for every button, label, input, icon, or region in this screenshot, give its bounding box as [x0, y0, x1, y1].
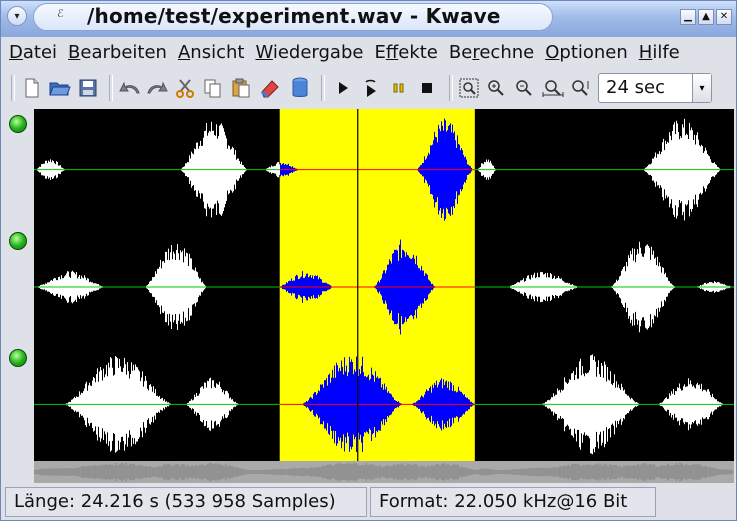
waveform-canvas[interactable] [34, 109, 734, 461]
minimize-icon: ▁ [684, 11, 692, 22]
status-bar: Länge: 24.216 s (533 958 Samples) Format… [1, 484, 736, 520]
toolbar-separator [321, 75, 325, 101]
save-icon [79, 79, 97, 97]
overview-bar[interactable] [34, 461, 734, 483]
zoom-all-button[interactable] [570, 77, 592, 99]
window-title: /home/test/experiment.wav - Kwave [87, 4, 501, 28]
track-3-enable-led[interactable] [9, 349, 27, 367]
redo-icon [147, 81, 168, 94]
paste-icon [232, 78, 250, 98]
menu-datei[interactable]: Datei [9, 42, 57, 63]
pause-icon [393, 83, 404, 93]
loop-icon [365, 79, 376, 97]
close-button[interactable]: ✕ [716, 9, 732, 25]
copy-button[interactable] [202, 77, 224, 99]
menu-optionen[interactable]: Optionen [545, 42, 628, 63]
stop-button[interactable] [416, 77, 438, 99]
menu-ansicht[interactable]: Ansicht [178, 42, 244, 63]
kwave-window: ▾ ℰ /home/test/experiment.wav - Kwave ▁ … [0, 0, 737, 521]
length-status: Länge: 24.216 s (533 958 Samples) [5, 487, 367, 517]
copy-icon [204, 79, 221, 98]
overview-waveform [34, 461, 734, 483]
undo-icon [119, 81, 140, 94]
toolbar-separator [449, 75, 453, 101]
window-menu-button[interactable]: ▾ [7, 6, 27, 26]
new-file-icon [25, 78, 39, 98]
erase-button[interactable] [259, 77, 281, 99]
window-controls: ▁ ▲ ✕ [680, 9, 732, 25]
zoom-in-icon [488, 80, 504, 96]
zoom-in-button[interactable] [485, 77, 507, 99]
maximize-icon: ▲ [702, 11, 710, 22]
kwave-app-icon: ℰ [57, 7, 64, 20]
redo-button[interactable] [146, 77, 168, 99]
menu-hilfe[interactable]: Hilfe [639, 42, 680, 63]
menu-wiedergabe[interactable]: Wiedergabe [255, 42, 363, 63]
track-1-enable-led[interactable] [9, 115, 27, 133]
zoom-normal-icon [542, 80, 564, 97]
minimize-button[interactable]: ▁ [680, 9, 696, 25]
loop-play-button[interactable] [360, 77, 382, 99]
zoom-dropdown-button[interactable]: ▾ [692, 74, 711, 102]
maximize-button[interactable]: ▲ [698, 9, 714, 25]
zoom-value: 24 sec [606, 77, 665, 98]
undo-button[interactable] [119, 77, 141, 99]
close-icon: ✕ [719, 11, 729, 22]
menu-bar: Datei Bearbeiten Ansicht Wiedergabe Effe… [1, 37, 736, 67]
signal-view[interactable] [34, 109, 734, 461]
delete-button[interactable] [289, 77, 311, 99]
toolbar-separator [11, 75, 15, 101]
open-folder-icon [49, 82, 71, 96]
format-status: Format: 22.050 kHz@16 Bit [370, 487, 656, 517]
chevron-down-icon: ▾ [14, 10, 20, 22]
delete-icon [292, 77, 308, 97]
stop-icon [422, 83, 432, 93]
erase-icon [261, 80, 279, 98]
toolbar-separator [109, 75, 113, 101]
open-button[interactable] [49, 77, 71, 99]
track-control-panel [5, 109, 34, 461]
zoom-out-button[interactable] [513, 77, 535, 99]
zoom-select[interactable]: 24 sec ▾ [598, 73, 712, 103]
new-file-button[interactable] [21, 77, 43, 99]
title-bar[interactable]: ▾ ℰ /home/test/experiment.wav - Kwave ▁ … [1, 1, 736, 37]
chevron-down-icon: ▾ [699, 82, 705, 94]
track-2-enable-led[interactable] [9, 232, 27, 250]
menu-bearbeiten[interactable]: Bearbeiten [68, 42, 167, 63]
zoom-selection-button[interactable] [458, 77, 480, 99]
menu-effekte[interactable]: Effekte [374, 42, 437, 63]
save-button[interactable] [77, 77, 99, 99]
play-icon [339, 82, 348, 94]
cut-icon [176, 79, 194, 98]
menu-berechne[interactable]: Berechne [449, 42, 534, 63]
zoom-selection-icon [459, 78, 479, 98]
cut-button[interactable] [174, 77, 196, 99]
paste-button[interactable] [230, 77, 252, 99]
zoom-all-icon [572, 80, 589, 96]
pause-button[interactable] [388, 77, 410, 99]
zoom-out-icon [516, 80, 532, 96]
play-button[interactable] [332, 77, 354, 99]
zoom-normal-button[interactable] [542, 77, 564, 99]
